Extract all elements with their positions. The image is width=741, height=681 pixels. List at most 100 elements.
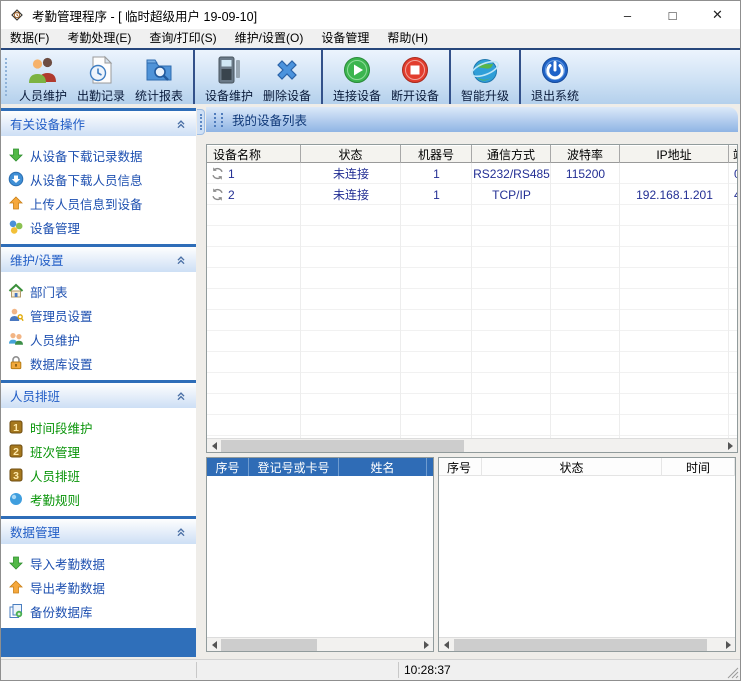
device-list-header-bar: 我的设备列表 <box>206 107 738 132</box>
window-title: 考勤管理程序 - [ 临时超级用户 19-09-10] <box>32 6 257 25</box>
toolbar-button-label: 连接设备 <box>333 87 381 104</box>
sidebar-section-header[interactable]: 人员排班 <box>1 383 196 408</box>
window-controls: – □ ✕ <box>605 1 740 29</box>
scroll-left-arrow-icon[interactable] <box>207 439 221 452</box>
sidebar-item[interactable]: 设备管理 <box>8 215 196 239</box>
device-column-header[interactable]: 通信方式 <box>472 145 551 163</box>
scrollbar-thumb[interactable] <box>221 440 464 452</box>
sidebar-splitter-handle[interactable] <box>197 109 205 135</box>
device-table-header: 设备名称状态机器号通信方式波特率IP地址端口号 <box>207 145 738 163</box>
sidebar-item[interactable]: 从设备下载人员信息 <box>8 167 196 191</box>
menu-item[interactable]: 查询/打印(S) <box>140 29 225 48</box>
clock-text: 10:28:37 <box>404 660 451 680</box>
device-cell-port: 4 <box>729 184 737 205</box>
status-column-header[interactable]: 状态 <box>482 458 662 476</box>
status-table-hscrollbar[interactable] <box>439 637 735 651</box>
employee-table-hscrollbar[interactable] <box>207 637 433 651</box>
statusbar-divider <box>398 662 399 678</box>
close-button[interactable]: ✕ <box>695 1 740 29</box>
chevron-up-icon[interactable] <box>174 525 188 539</box>
menu-item[interactable]: 考勤处理(E) <box>58 29 140 48</box>
scroll-left-arrow-icon[interactable] <box>439 638 453 651</box>
minimize-button[interactable]: – <box>605 1 650 29</box>
device-column-header[interactable]: 机器号 <box>401 145 472 163</box>
sidebar-item-label: 设备管理 <box>30 218 80 237</box>
sidebar-item[interactable]: 备份数据库 <box>8 599 196 623</box>
status-column-header[interactable]: 时间 <box>662 458 735 476</box>
status-bar: 10:28:37 <box>1 659 740 680</box>
menu-item[interactable]: 帮助(H) <box>378 29 437 48</box>
scrollbar-thumb[interactable] <box>221 639 317 651</box>
sidebar-item[interactable]: 人员维护 <box>8 327 196 351</box>
toolbar-button-出勤记录[interactable]: 出勤记录 <box>72 50 130 104</box>
delete-x-icon <box>271 54 303 86</box>
device-row[interactable]: 2未连接1TCP/IP192.168.1.2014 <box>207 184 737 205</box>
sidebar-section-header[interactable]: 数据管理 <box>1 519 196 544</box>
sidebar-item[interactable]: 数据库设置 <box>8 351 196 375</box>
header-grip-icon[interactable] <box>221 113 224 127</box>
sidebar-item-label: 管理员设置 <box>30 306 93 325</box>
scroll-right-arrow-icon[interactable] <box>721 638 735 651</box>
device-column-header[interactable]: IP地址 <box>620 145 729 163</box>
toolbar-button-人员维护[interactable]: 人员维护 <box>14 50 72 104</box>
toolbar-button-智能升级[interactable]: 智能升级 <box>456 50 514 104</box>
maximize-button[interactable]: □ <box>650 1 695 29</box>
device-table-body: 1未连接1RS232/RS48511520002未连接1TCP/IP192.16… <box>207 163 737 438</box>
menu-item[interactable]: 维护/设置(O) <box>226 29 313 48</box>
scroll-right-arrow-icon[interactable] <box>723 439 737 452</box>
toolbar-button-退出系统[interactable]: 退出系统 <box>526 50 584 104</box>
resize-grip-icon[interactable] <box>726 666 739 679</box>
device-column-header[interactable]: 设备名称 <box>207 145 301 163</box>
menu-item[interactable]: 数据(F) <box>1 29 58 48</box>
sidebar-item[interactable]: 管理员设置 <box>8 303 196 327</box>
toolbar-button-label: 智能升级 <box>461 87 509 104</box>
sidebar-item-label: 人员排班 <box>30 466 80 485</box>
sidebar-item[interactable]: 从设备下载记录数据 <box>8 143 196 167</box>
sidebar-section-header[interactable]: 有关设备操作 <box>1 111 196 136</box>
sidebar-item[interactable]: 考勤规则 <box>8 487 196 511</box>
device-column-header[interactable]: 波特率 <box>551 145 620 163</box>
device-manage-balls-icon <box>8 219 24 235</box>
toolbar-button-删除设备[interactable]: 删除设备 <box>258 50 316 104</box>
device-column-header[interactable]: 端口号 <box>729 145 738 163</box>
toolbar-button-label: 删除设备 <box>263 87 311 104</box>
device-column-header[interactable]: 状态 <box>301 145 401 163</box>
sidebar-item[interactable]: 1时间段维护 <box>8 415 196 439</box>
toolbar-button-断开设备[interactable]: 断开设备 <box>386 50 444 104</box>
toolbar-button-label: 出勤记录 <box>77 87 125 104</box>
employee-column-header[interactable]: 序号 <box>207 458 249 476</box>
connect-play-icon <box>341 54 373 86</box>
close-icon: ✕ <box>712 7 723 23</box>
employee-column-header[interactable]: 登记号或卡号 <box>249 458 339 476</box>
scrollbar-thumb[interactable] <box>454 639 707 651</box>
sidebar-item[interactable]: 导入考勤数据 <box>8 551 196 575</box>
toolbar-button-统计报表[interactable]: 统计报表 <box>130 50 188 104</box>
number-2-icon: 2 <box>8 443 24 459</box>
scroll-left-arrow-icon[interactable] <box>207 638 221 651</box>
status-column-header[interactable]: 序号 <box>439 458 482 476</box>
header-grip-icon[interactable] <box>214 113 217 127</box>
toolbar-group: 人员维护出勤记录统计报表 <box>12 50 190 104</box>
employee-column-header[interactable]: 姓名 <box>339 458 427 476</box>
sidebar-item[interactable]: 2 班次管理 <box>8 439 196 463</box>
maximize-icon: □ <box>669 8 677 23</box>
menu-item[interactable]: 设备管理 <box>312 29 378 48</box>
sidebar-item-label: 班次管理 <box>30 442 80 461</box>
download-circle-icon <box>8 171 24 187</box>
sidebar-item[interactable]: 部门表 <box>8 279 196 303</box>
device-row[interactable]: 1未连接1RS232/RS4851152000 <box>207 163 737 184</box>
toolbar-button-连接设备[interactable]: 连接设备 <box>328 50 386 104</box>
toolbar-button-label: 统计报表 <box>135 87 183 104</box>
sidebar-section-header[interactable]: 维护/设置 <box>1 247 196 272</box>
chevron-up-icon[interactable] <box>174 117 188 131</box>
toolbar-grip[interactable] <box>5 58 9 96</box>
device-table-hscrollbar[interactable] <box>207 438 737 452</box>
toolbar-button-设备维护[interactable]: 设备维护 <box>200 50 258 104</box>
chevron-up-icon[interactable] <box>174 389 188 403</box>
sidebar-item[interactable]: 导出考勤数据 <box>8 575 196 599</box>
sidebar-item[interactable]: 上传人员信息到设备 <box>8 191 196 215</box>
chevron-up-icon[interactable] <box>174 253 188 267</box>
download-green-arrow-icon <box>8 147 24 163</box>
sidebar-item[interactable]: 3人员排班 <box>8 463 196 487</box>
scroll-right-arrow-icon[interactable] <box>419 638 433 651</box>
